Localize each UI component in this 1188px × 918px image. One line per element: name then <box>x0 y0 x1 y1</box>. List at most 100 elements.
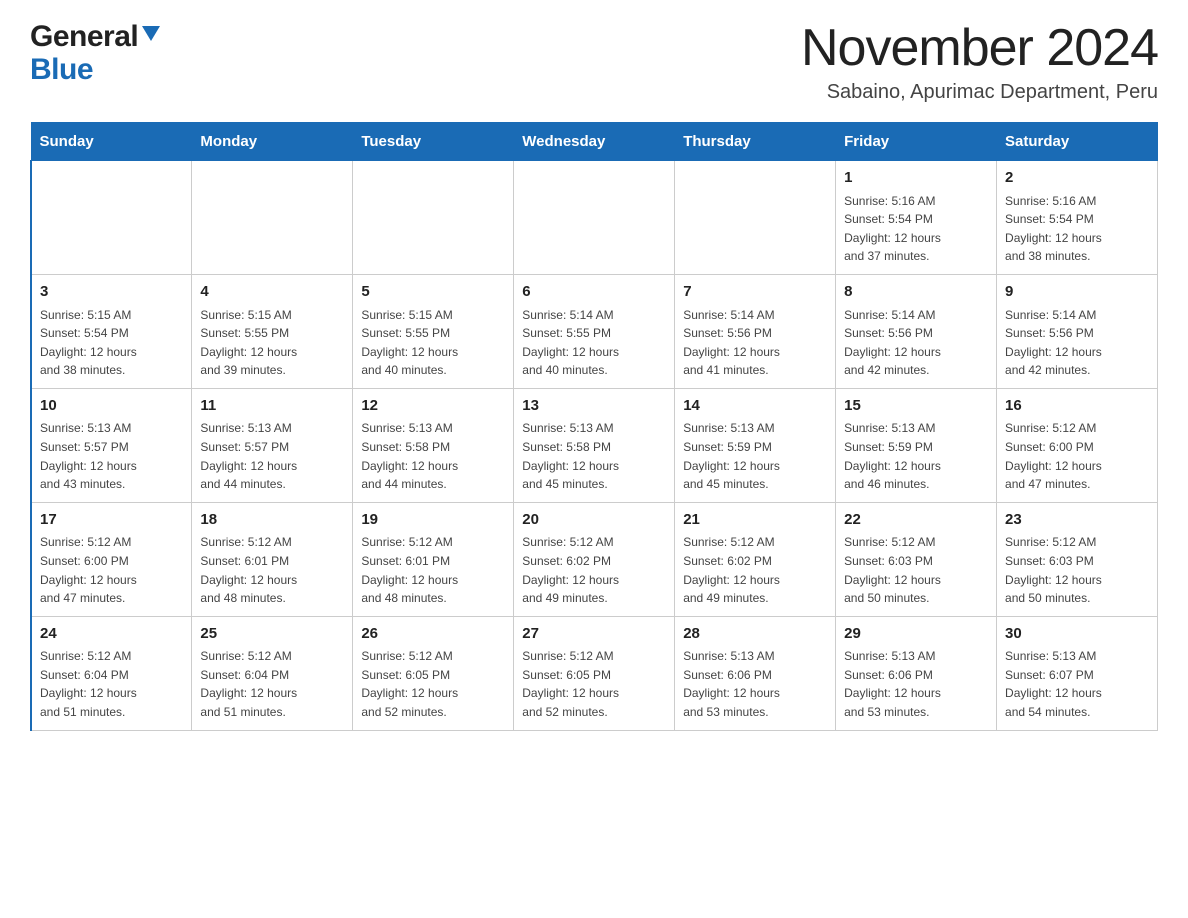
calendar-cell: 15Sunrise: 5:13 AM Sunset: 5:59 PM Dayli… <box>836 388 997 502</box>
day-number: 3 <box>40 281 183 304</box>
day-number: 30 <box>1005 623 1149 646</box>
day-info: Sunrise: 5:13 AM Sunset: 6:06 PM Dayligh… <box>844 647 988 721</box>
calendar-cell: 20Sunrise: 5:12 AM Sunset: 6:02 PM Dayli… <box>514 502 675 616</box>
calendar-body: 1Sunrise: 5:16 AM Sunset: 5:54 PM Daylig… <box>31 161 1158 730</box>
calendar-cell: 6Sunrise: 5:14 AM Sunset: 5:55 PM Daylig… <box>514 275 675 389</box>
day-info: Sunrise: 5:15 AM Sunset: 5:55 PM Dayligh… <box>361 306 505 380</box>
calendar-cell: 4Sunrise: 5:15 AM Sunset: 5:55 PM Daylig… <box>192 275 353 389</box>
day-info: Sunrise: 5:14 AM Sunset: 5:56 PM Dayligh… <box>1005 306 1149 380</box>
day-info: Sunrise: 5:15 AM Sunset: 5:55 PM Dayligh… <box>200 306 344 380</box>
day-number: 17 <box>40 509 183 532</box>
day-number: 9 <box>1005 281 1149 304</box>
day-number: 29 <box>844 623 988 646</box>
day-info: Sunrise: 5:12 AM Sunset: 6:03 PM Dayligh… <box>1005 533 1149 607</box>
calendar-cell: 30Sunrise: 5:13 AM Sunset: 6:07 PM Dayli… <box>997 616 1158 730</box>
day-number: 15 <box>844 395 988 418</box>
day-number: 16 <box>1005 395 1149 418</box>
calendar-week-row: 17Sunrise: 5:12 AM Sunset: 6:00 PM Dayli… <box>31 502 1158 616</box>
weekday-header-friday: Friday <box>836 123 997 161</box>
calendar-cell <box>31 161 192 275</box>
location-subtitle: Sabaino, Apurimac Department, Peru <box>801 81 1158 104</box>
calendar-cell: 3Sunrise: 5:15 AM Sunset: 5:54 PM Daylig… <box>31 275 192 389</box>
day-number: 26 <box>361 623 505 646</box>
day-info: Sunrise: 5:12 AM Sunset: 6:01 PM Dayligh… <box>200 533 344 607</box>
calendar-cell <box>675 161 836 275</box>
calendar-cell: 24Sunrise: 5:12 AM Sunset: 6:04 PM Dayli… <box>31 616 192 730</box>
day-info: Sunrise: 5:12 AM Sunset: 6:03 PM Dayligh… <box>844 533 988 607</box>
weekday-header-thursday: Thursday <box>675 123 836 161</box>
day-number: 20 <box>522 509 666 532</box>
day-info: Sunrise: 5:13 AM Sunset: 5:58 PM Dayligh… <box>522 419 666 493</box>
calendar-cell: 26Sunrise: 5:12 AM Sunset: 6:05 PM Dayli… <box>353 616 514 730</box>
day-number: 5 <box>361 281 505 304</box>
calendar-cell: 23Sunrise: 5:12 AM Sunset: 6:03 PM Dayli… <box>997 502 1158 616</box>
calendar-cell: 22Sunrise: 5:12 AM Sunset: 6:03 PM Dayli… <box>836 502 997 616</box>
calendar-week-row: 3Sunrise: 5:15 AM Sunset: 5:54 PM Daylig… <box>31 275 1158 389</box>
calendar-cell: 16Sunrise: 5:12 AM Sunset: 6:00 PM Dayli… <box>997 388 1158 502</box>
day-info: Sunrise: 5:12 AM Sunset: 6:04 PM Dayligh… <box>40 647 183 721</box>
weekday-header-tuesday: Tuesday <box>353 123 514 161</box>
title-area: November 2024 Sabaino, Apurimac Departme… <box>801 20 1158 104</box>
calendar-cell <box>353 161 514 275</box>
calendar-cell: 14Sunrise: 5:13 AM Sunset: 5:59 PM Dayli… <box>675 388 836 502</box>
calendar-cell: 29Sunrise: 5:13 AM Sunset: 6:06 PM Dayli… <box>836 616 997 730</box>
weekday-header-row: SundayMondayTuesdayWednesdayThursdayFrid… <box>31 123 1158 161</box>
calendar-cell: 19Sunrise: 5:12 AM Sunset: 6:01 PM Dayli… <box>353 502 514 616</box>
day-info: Sunrise: 5:14 AM Sunset: 5:56 PM Dayligh… <box>844 306 988 380</box>
calendar-cell: 13Sunrise: 5:13 AM Sunset: 5:58 PM Dayli… <box>514 388 675 502</box>
day-info: Sunrise: 5:12 AM Sunset: 6:05 PM Dayligh… <box>361 647 505 721</box>
day-info: Sunrise: 5:15 AM Sunset: 5:54 PM Dayligh… <box>40 306 183 380</box>
month-title: November 2024 <box>801 20 1158 77</box>
day-info: Sunrise: 5:16 AM Sunset: 5:54 PM Dayligh… <box>1005 192 1149 266</box>
day-number: 21 <box>683 509 827 532</box>
day-info: Sunrise: 5:14 AM Sunset: 5:56 PM Dayligh… <box>683 306 827 380</box>
day-info: Sunrise: 5:13 AM Sunset: 6:07 PM Dayligh… <box>1005 647 1149 721</box>
day-number: 19 <box>361 509 505 532</box>
day-number: 23 <box>1005 509 1149 532</box>
calendar-header: SundayMondayTuesdayWednesdayThursdayFrid… <box>31 123 1158 161</box>
day-number: 7 <box>683 281 827 304</box>
day-info: Sunrise: 5:12 AM Sunset: 6:04 PM Dayligh… <box>200 647 344 721</box>
calendar-cell: 1Sunrise: 5:16 AM Sunset: 5:54 PM Daylig… <box>836 161 997 275</box>
day-number: 10 <box>40 395 183 418</box>
calendar-cell: 28Sunrise: 5:13 AM Sunset: 6:06 PM Dayli… <box>675 616 836 730</box>
page-header: General Blue November 2024 Sabaino, Apur… <box>30 20 1158 104</box>
day-info: Sunrise: 5:12 AM Sunset: 6:02 PM Dayligh… <box>683 533 827 607</box>
day-info: Sunrise: 5:12 AM Sunset: 6:00 PM Dayligh… <box>40 533 183 607</box>
logo-triangle-icon <box>142 26 160 41</box>
weekday-header-monday: Monday <box>192 123 353 161</box>
day-info: Sunrise: 5:16 AM Sunset: 5:54 PM Dayligh… <box>844 192 988 266</box>
weekday-header-wednesday: Wednesday <box>514 123 675 161</box>
calendar-week-row: 24Sunrise: 5:12 AM Sunset: 6:04 PM Dayli… <box>31 616 1158 730</box>
day-number: 28 <box>683 623 827 646</box>
day-number: 8 <box>844 281 988 304</box>
day-info: Sunrise: 5:13 AM Sunset: 5:59 PM Dayligh… <box>683 419 827 493</box>
day-number: 4 <box>200 281 344 304</box>
calendar-table: SundayMondayTuesdayWednesdayThursdayFrid… <box>30 122 1158 730</box>
calendar-cell: 2Sunrise: 5:16 AM Sunset: 5:54 PM Daylig… <box>997 161 1158 275</box>
calendar-cell: 10Sunrise: 5:13 AM Sunset: 5:57 PM Dayli… <box>31 388 192 502</box>
day-info: Sunrise: 5:12 AM Sunset: 6:05 PM Dayligh… <box>522 647 666 721</box>
day-number: 13 <box>522 395 666 418</box>
calendar-cell: 11Sunrise: 5:13 AM Sunset: 5:57 PM Dayli… <box>192 388 353 502</box>
day-number: 18 <box>200 509 344 532</box>
day-number: 25 <box>200 623 344 646</box>
day-number: 27 <box>522 623 666 646</box>
calendar-cell: 5Sunrise: 5:15 AM Sunset: 5:55 PM Daylig… <box>353 275 514 389</box>
calendar-cell: 12Sunrise: 5:13 AM Sunset: 5:58 PM Dayli… <box>353 388 514 502</box>
day-info: Sunrise: 5:13 AM Sunset: 6:06 PM Dayligh… <box>683 647 827 721</box>
weekday-header-sunday: Sunday <box>31 123 192 161</box>
calendar-cell: 8Sunrise: 5:14 AM Sunset: 5:56 PM Daylig… <box>836 275 997 389</box>
calendar-cell: 9Sunrise: 5:14 AM Sunset: 5:56 PM Daylig… <box>997 275 1158 389</box>
day-number: 2 <box>1005 167 1149 190</box>
calendar-cell: 18Sunrise: 5:12 AM Sunset: 6:01 PM Dayli… <box>192 502 353 616</box>
day-info: Sunrise: 5:13 AM Sunset: 5:59 PM Dayligh… <box>844 419 988 493</box>
calendar-week-row: 1Sunrise: 5:16 AM Sunset: 5:54 PM Daylig… <box>31 161 1158 275</box>
day-number: 1 <box>844 167 988 190</box>
logo: General Blue <box>30 20 160 86</box>
day-info: Sunrise: 5:12 AM Sunset: 6:00 PM Dayligh… <box>1005 419 1149 493</box>
calendar-cell: 21Sunrise: 5:12 AM Sunset: 6:02 PM Dayli… <box>675 502 836 616</box>
calendar-cell: 17Sunrise: 5:12 AM Sunset: 6:00 PM Dayli… <box>31 502 192 616</box>
day-info: Sunrise: 5:13 AM Sunset: 5:58 PM Dayligh… <box>361 419 505 493</box>
calendar-cell: 7Sunrise: 5:14 AM Sunset: 5:56 PM Daylig… <box>675 275 836 389</box>
